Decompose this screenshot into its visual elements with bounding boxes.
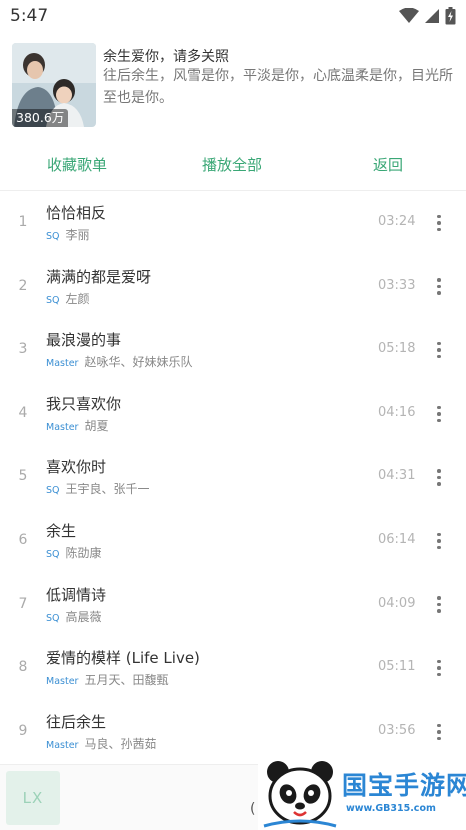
more-options-icon[interactable] — [431, 530, 447, 552]
song-title: 喜欢你时 — [46, 458, 107, 477]
more-options-icon[interactable] — [431, 657, 447, 679]
song-artist: 高晨薇 — [65, 609, 102, 624]
song-row[interactable]: 6 余生 SQ 陈劭康 06:14 — [0, 510, 466, 574]
song-artist: 陈劭康 — [65, 545, 102, 560]
song-duration: 03:56 — [378, 722, 416, 738]
quality-badge: Master — [46, 358, 79, 370]
status-bar: 5:47 — [0, 0, 466, 32]
player-thumbnail[interactable]: LX — [6, 771, 60, 825]
song-meta: Master 马良、孙茜茹 — [46, 735, 156, 752]
play-all-button[interactable]: 播放全部 — [202, 154, 262, 175]
song-index: 8 — [18, 659, 28, 676]
song-duration: 03:24 — [378, 214, 416, 229]
song-index: 4 — [18, 404, 28, 421]
wifi-icon — [399, 8, 419, 23]
collect-playlist-button[interactable]: 收藏歌单 — [47, 154, 107, 175]
quality-badge: Master — [46, 739, 79, 751]
song-meta: Master 五月天、田馥甄 — [46, 671, 168, 688]
song-duration: 03:33 — [378, 277, 416, 293]
action-row: 收藏歌单 播放全部 返回 — [0, 146, 466, 186]
song-index: 9 — [18, 722, 28, 739]
quality-badge: SQ — [46, 231, 60, 242]
song-meta: SQ 李丽 — [46, 226, 90, 243]
song-duration: 04:31 — [378, 468, 416, 484]
quality-badge: Master — [46, 421, 79, 433]
song-duration: 04:09 — [378, 595, 416, 611]
playlist-title: 余生爱你，请多关照 — [103, 49, 229, 65]
song-index: 2 — [18, 277, 28, 294]
song-meta: Master 赵咏华、好妹妹乐队 — [46, 353, 192, 370]
song-index: 3 — [18, 341, 28, 358]
song-row[interactable]: 2 满满的都是爱呀 SQ 左颜 03:33 — [0, 256, 466, 320]
more-options-icon[interactable] — [431, 594, 447, 616]
song-meta: Master 胡夏 — [46, 417, 108, 434]
song-title: 余生 — [46, 521, 77, 540]
playlist-cover[interactable]: 380.6万 — [12, 43, 96, 127]
song-row[interactable]: 7 低调情诗 SQ 高晨薇 04:09 — [0, 574, 466, 638]
song-index: 5 — [18, 468, 28, 485]
song-artist: 王宇良、张千一 — [65, 482, 150, 497]
playlist-description: 往后余生，风雪是你，平淡是你，心底温柔是你，目光所至也是你。 — [103, 68, 453, 106]
song-artist: 马良、孙茜茹 — [84, 736, 157, 751]
song-list: 1 恰恰相反 SQ 李丽 03:24 2 满满的都是爱呀 SQ 左颜 03:33… — [0, 192, 466, 764]
song-meta: SQ 王宇良、张千一 — [46, 480, 150, 497]
song-index: 7 — [18, 595, 28, 612]
battery-icon — [445, 7, 456, 25]
status-icons — [399, 7, 456, 25]
more-options-icon[interactable] — [431, 721, 447, 743]
quality-badge: SQ — [46, 548, 60, 560]
watermark: 国宝手游网 www.GB315.com — [258, 752, 466, 830]
song-row[interactable]: 1 恰恰相反 SQ 李丽 03:24 — [0, 192, 466, 256]
song-title: 满满的都是爱呀 — [46, 267, 152, 286]
playlist-header: 380.6万 余生爱你，请多关照 往后余生，风雪是你，平淡是你，心底温柔是你，目… — [12, 43, 458, 129]
song-index: 6 — [18, 531, 28, 548]
player-control[interactable]: ( — [250, 801, 255, 817]
signal-icon — [425, 9, 439, 23]
song-meta: SQ 高晨薇 — [46, 608, 102, 625]
song-title: 爱情的模样 (Life Live) — [46, 649, 200, 668]
song-meta: SQ 左颜 — [46, 290, 90, 307]
divider — [0, 190, 466, 191]
watermark-url: www.GB315.com — [346, 803, 436, 814]
quality-badge: SQ — [46, 294, 60, 306]
song-meta: SQ 陈劭康 — [46, 544, 102, 561]
more-options-icon[interactable] — [431, 212, 447, 234]
song-title: 低调情诗 — [46, 585, 107, 604]
song-title: 我只喜欢你 — [46, 394, 122, 413]
song-duration: 04:16 — [378, 404, 416, 420]
more-options-icon[interactable] — [431, 403, 447, 425]
song-duration: 05:11 — [378, 659, 416, 675]
quality-badge: SQ — [46, 485, 60, 497]
song-title: 最浪漫的事 — [46, 331, 122, 350]
more-options-icon[interactable] — [431, 339, 447, 361]
song-title: 往后余生 — [46, 712, 107, 731]
more-options-icon[interactable] — [431, 466, 447, 488]
song-row[interactable]: 5 喜欢你时 SQ 王宇良、张千一 04:31 — [0, 446, 466, 510]
back-button[interactable]: 返回 — [373, 154, 403, 175]
song-artist: 左颜 — [65, 291, 90, 306]
song-artist: 李丽 — [65, 228, 90, 242]
status-time: 5:47 — [10, 6, 49, 26]
watermark-text: 国宝手游网 — [342, 771, 466, 800]
song-row[interactable]: 8 爱情的模样 (Life Live) Master 五月天、田馥甄 05:11 — [0, 637, 466, 701]
quality-badge: SQ — [46, 612, 60, 624]
song-index: 1 — [18, 214, 28, 230]
panda-logo-icon — [263, 761, 337, 828]
song-artist: 胡夏 — [84, 418, 109, 433]
song-row[interactable]: 3 最浪漫的事 Master 赵咏华、好妹妹乐队 05:18 — [0, 319, 466, 383]
song-duration: 05:18 — [378, 341, 416, 357]
song-artist: 五月天、田馥甄 — [84, 673, 169, 688]
play-count: 380.6万 — [12, 109, 69, 127]
more-options-icon[interactable] — [431, 276, 447, 298]
song-artist: 赵咏华、好妹妹乐队 — [84, 355, 193, 370]
song-duration: 06:14 — [378, 531, 416, 547]
song-title: 恰恰相反 — [46, 204, 107, 222]
song-row[interactable]: 4 我只喜欢你 Master 胡夏 04:16 — [0, 383, 466, 447]
quality-badge: Master — [46, 676, 79, 688]
